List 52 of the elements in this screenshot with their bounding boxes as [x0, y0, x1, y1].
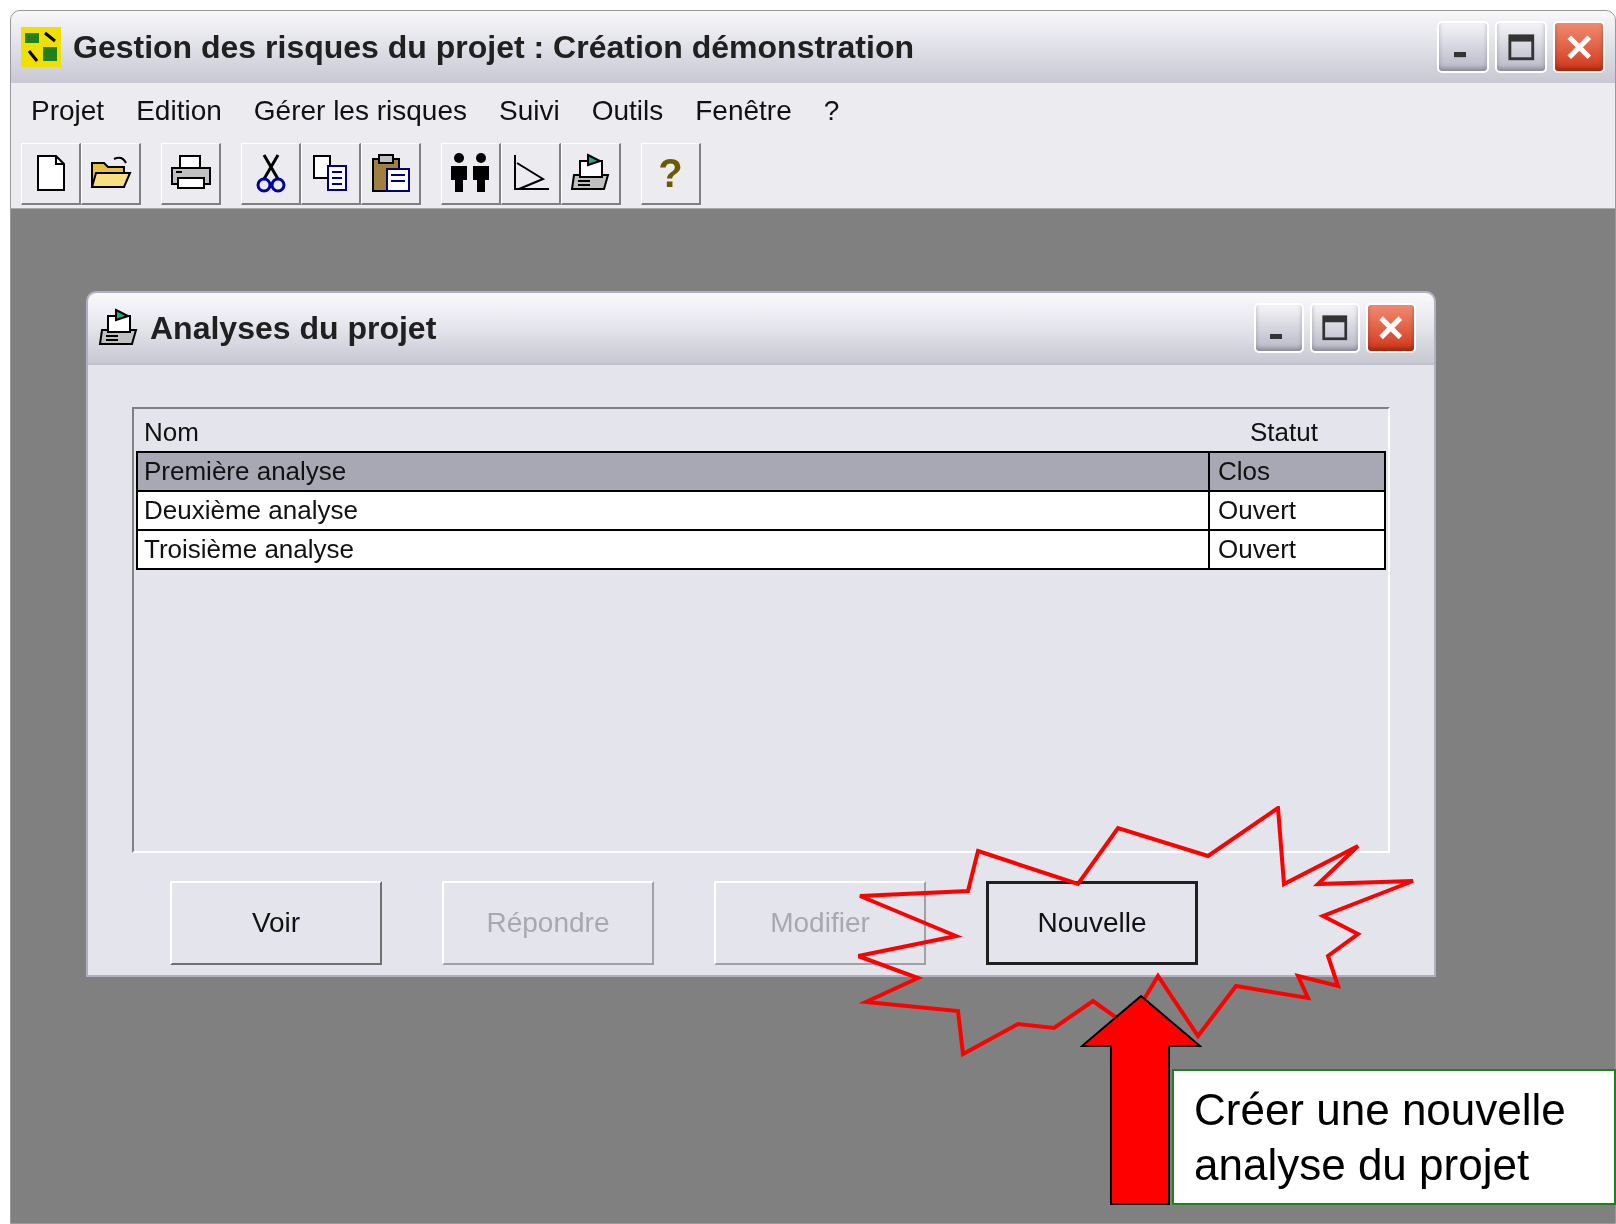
menu-item[interactable]: Projet: [31, 90, 105, 132]
column-header[interactable]: Nom: [136, 412, 1242, 452]
folder-icon: [89, 155, 132, 191]
toolbar-button[interactable]: [301, 142, 361, 205]
maximize-icon: [1506, 32, 1536, 62]
toolbar-button[interactable]: ?: [641, 142, 701, 205]
menu-item[interactable]: Suivi: [498, 90, 560, 132]
dialog-button[interactable]: Voir: [170, 881, 382, 965]
toolbar-button[interactable]: [441, 142, 501, 205]
column-header[interactable]: Statut: [1242, 412, 1318, 452]
minimize-button[interactable]: [1437, 21, 1489, 73]
copy-icon: [311, 154, 350, 192]
toolbar-button[interactable]: [241, 142, 301, 205]
scissors-icon: [255, 153, 286, 193]
toolbar-button[interactable]: [561, 142, 621, 205]
printer-icon: [169, 154, 212, 192]
maximize-icon: [1321, 314, 1349, 342]
document-tray-icon: [98, 308, 140, 348]
dialog-button[interactable]: Nouvelle: [986, 881, 1198, 965]
minimize-icon: [1270, 333, 1282, 339]
document-tray-icon: [569, 153, 612, 193]
maximize-button[interactable]: [1310, 303, 1360, 353]
toolbar-button[interactable]: [361, 142, 421, 205]
list-row[interactable]: Deuxième analyse Ouvert: [136, 490, 1386, 531]
close-icon: [1377, 314, 1405, 342]
close-button[interactable]: [1553, 21, 1605, 73]
list-row[interactable]: Première analyse Clos: [136, 451, 1386, 492]
child-window-title: Analyses du projet: [150, 309, 437, 348]
table-cell: Troisième analyse: [138, 531, 1210, 568]
toolbar-button[interactable]: [501, 142, 561, 205]
close-button[interactable]: [1366, 303, 1416, 353]
menu-item[interactable]: Fenêtre: [695, 90, 792, 132]
close-icon: [1564, 32, 1594, 62]
menu-item[interactable]: ?: [823, 90, 840, 132]
list-row[interactable]: Troisième analyse Ouvert: [136, 529, 1386, 570]
table-cell-text: Ouvert: [1217, 494, 1297, 527]
toolbar-button[interactable]: [161, 142, 221, 205]
window-title: Gestion des risques du projet : Création démonstration: [73, 28, 914, 67]
toolbar-button[interactable]: [81, 142, 141, 205]
minimize-button[interactable]: [1254, 303, 1304, 353]
app-logo-icon: [21, 27, 61, 67]
table-cell-text: Clos: [1217, 455, 1270, 488]
callout-text: Créer une nouvelle analyse du projet: [1194, 1084, 1567, 1191]
table-cell-text: Ouvert: [1217, 533, 1297, 566]
clipboard-icon: [370, 153, 411, 193]
minimize-icon: [1453, 52, 1467, 58]
maximize-button[interactable]: [1495, 21, 1547, 73]
menu-item[interactable]: Outils: [591, 90, 664, 132]
menu-item[interactable]: Edition: [136, 90, 222, 132]
menu-item[interactable]: Gérer les risques: [253, 90, 467, 132]
toolbar-button[interactable]: [21, 142, 81, 205]
help-icon: ?: [658, 153, 683, 193]
